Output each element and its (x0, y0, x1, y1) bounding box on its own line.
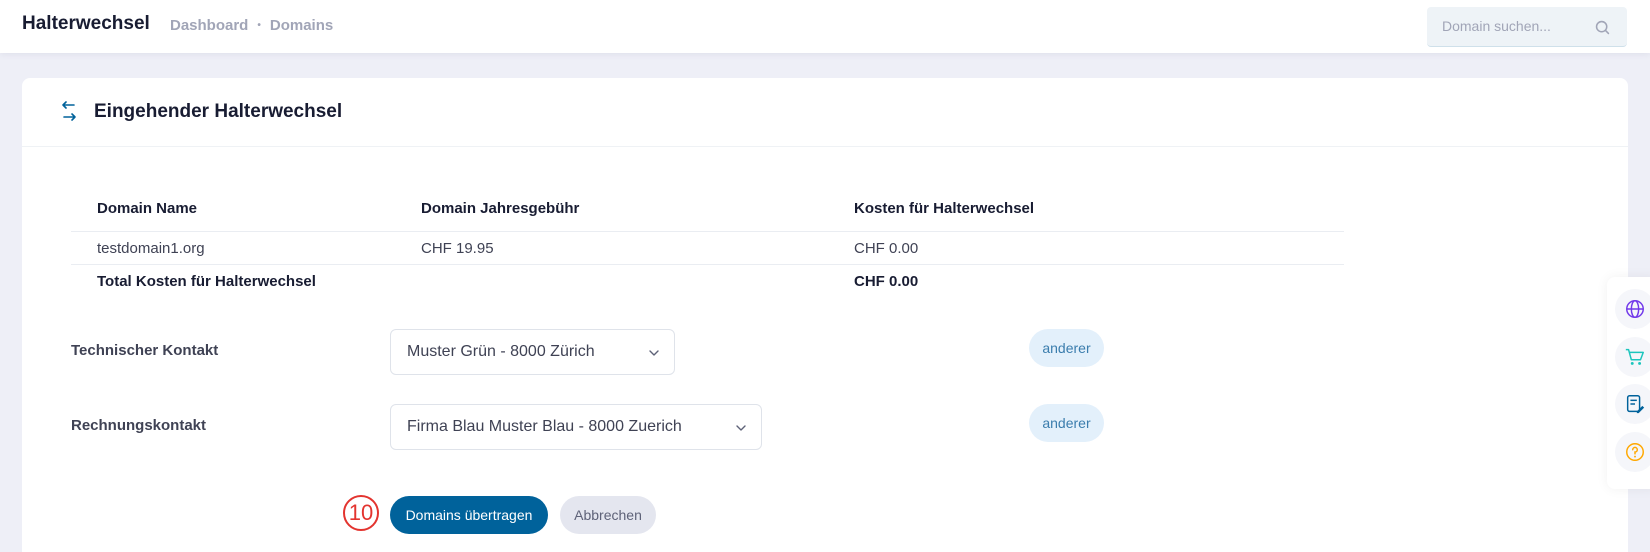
technical-contact-label: Technischer Kontakt (71, 342, 219, 359)
table-total-row: Total Kosten für Halterwechsel CHF 0.00 (71, 265, 1344, 298)
billing-contact-label: Rechnungskontakt (71, 417, 207, 434)
transfer-card: Eingehender Halterwechsel Domain Name Do… (22, 78, 1628, 552)
dock-help-button[interactable] (1615, 432, 1650, 472)
card-title: Eingehender Halterwechsel (94, 101, 343, 122)
transfer-cost-cell: CHF 0.00 (854, 240, 919, 257)
annual-fee-cell: CHF 19.95 (421, 240, 494, 257)
breadcrumb: Dashboard • Domains (170, 17, 333, 34)
breadcrumb-dashboard[interactable]: Dashboard (170, 17, 248, 34)
edit-document-icon (1626, 395, 1645, 414)
cart-icon (1625, 348, 1644, 365)
step-number-badge: 10 (343, 495, 379, 531)
globe-icon (1626, 300, 1644, 318)
cost-table: Domain Name Domain Jahresgebühr Kosten f… (71, 192, 1344, 298)
column-header-annual-fee: Domain Jahresgebühr (421, 200, 580, 217)
cancel-button[interactable]: Abbrechen (560, 496, 656, 534)
billing-contact-value: Firma Blau Muster Blau - 8000 Zuerich (407, 418, 682, 435)
breadcrumb-domains[interactable]: Domains (270, 17, 333, 34)
billing-contact-other-button[interactable]: anderer (1029, 404, 1104, 442)
dock-edit-button[interactable] (1615, 384, 1650, 424)
total-value: CHF 0.00 (854, 273, 919, 290)
technical-contact-select[interactable]: Muster Grün - 8000 Zürich (390, 329, 675, 375)
swap-arrows-icon (62, 101, 76, 121)
technical-contact-value: Muster Grün - 8000 Zürich (407, 343, 595, 360)
table-row: testdomain1.org CHF 19.95 CHF 0.00 (71, 232, 1344, 265)
search-box (1427, 7, 1627, 47)
top-bar: Halterwechsel Dashboard • Domains (0, 0, 1650, 53)
technical-contact-other-button[interactable]: anderer (1029, 329, 1104, 367)
chevron-down-icon (649, 350, 659, 356)
breadcrumb-separator: • (257, 20, 261, 31)
side-dock (1607, 277, 1650, 489)
search-icon[interactable] (1594, 19, 1611, 36)
card-header: Eingehender Halterwechsel (22, 78, 1628, 147)
column-header-transfer-cost: Kosten für Halterwechsel (854, 200, 1035, 217)
transfer-domains-button[interactable]: Domains übertragen (390, 496, 548, 534)
dock-globe-button[interactable] (1615, 289, 1650, 329)
column-header-domain-name: Domain Name (97, 200, 198, 217)
domain-name-cell: testdomain1.org (97, 240, 205, 257)
total-label: Total Kosten für Halterwechsel (97, 273, 316, 290)
page-title: Halterwechsel (22, 13, 150, 34)
dock-cart-button[interactable] (1615, 337, 1650, 377)
help-icon (1626, 443, 1644, 461)
search-input[interactable] (1442, 18, 1592, 34)
table-header-row: Domain Name Domain Jahresgebühr Kosten f… (71, 192, 1344, 232)
chevron-down-icon (736, 425, 746, 431)
billing-contact-select[interactable]: Firma Blau Muster Blau - 8000 Zuerich (390, 404, 762, 450)
